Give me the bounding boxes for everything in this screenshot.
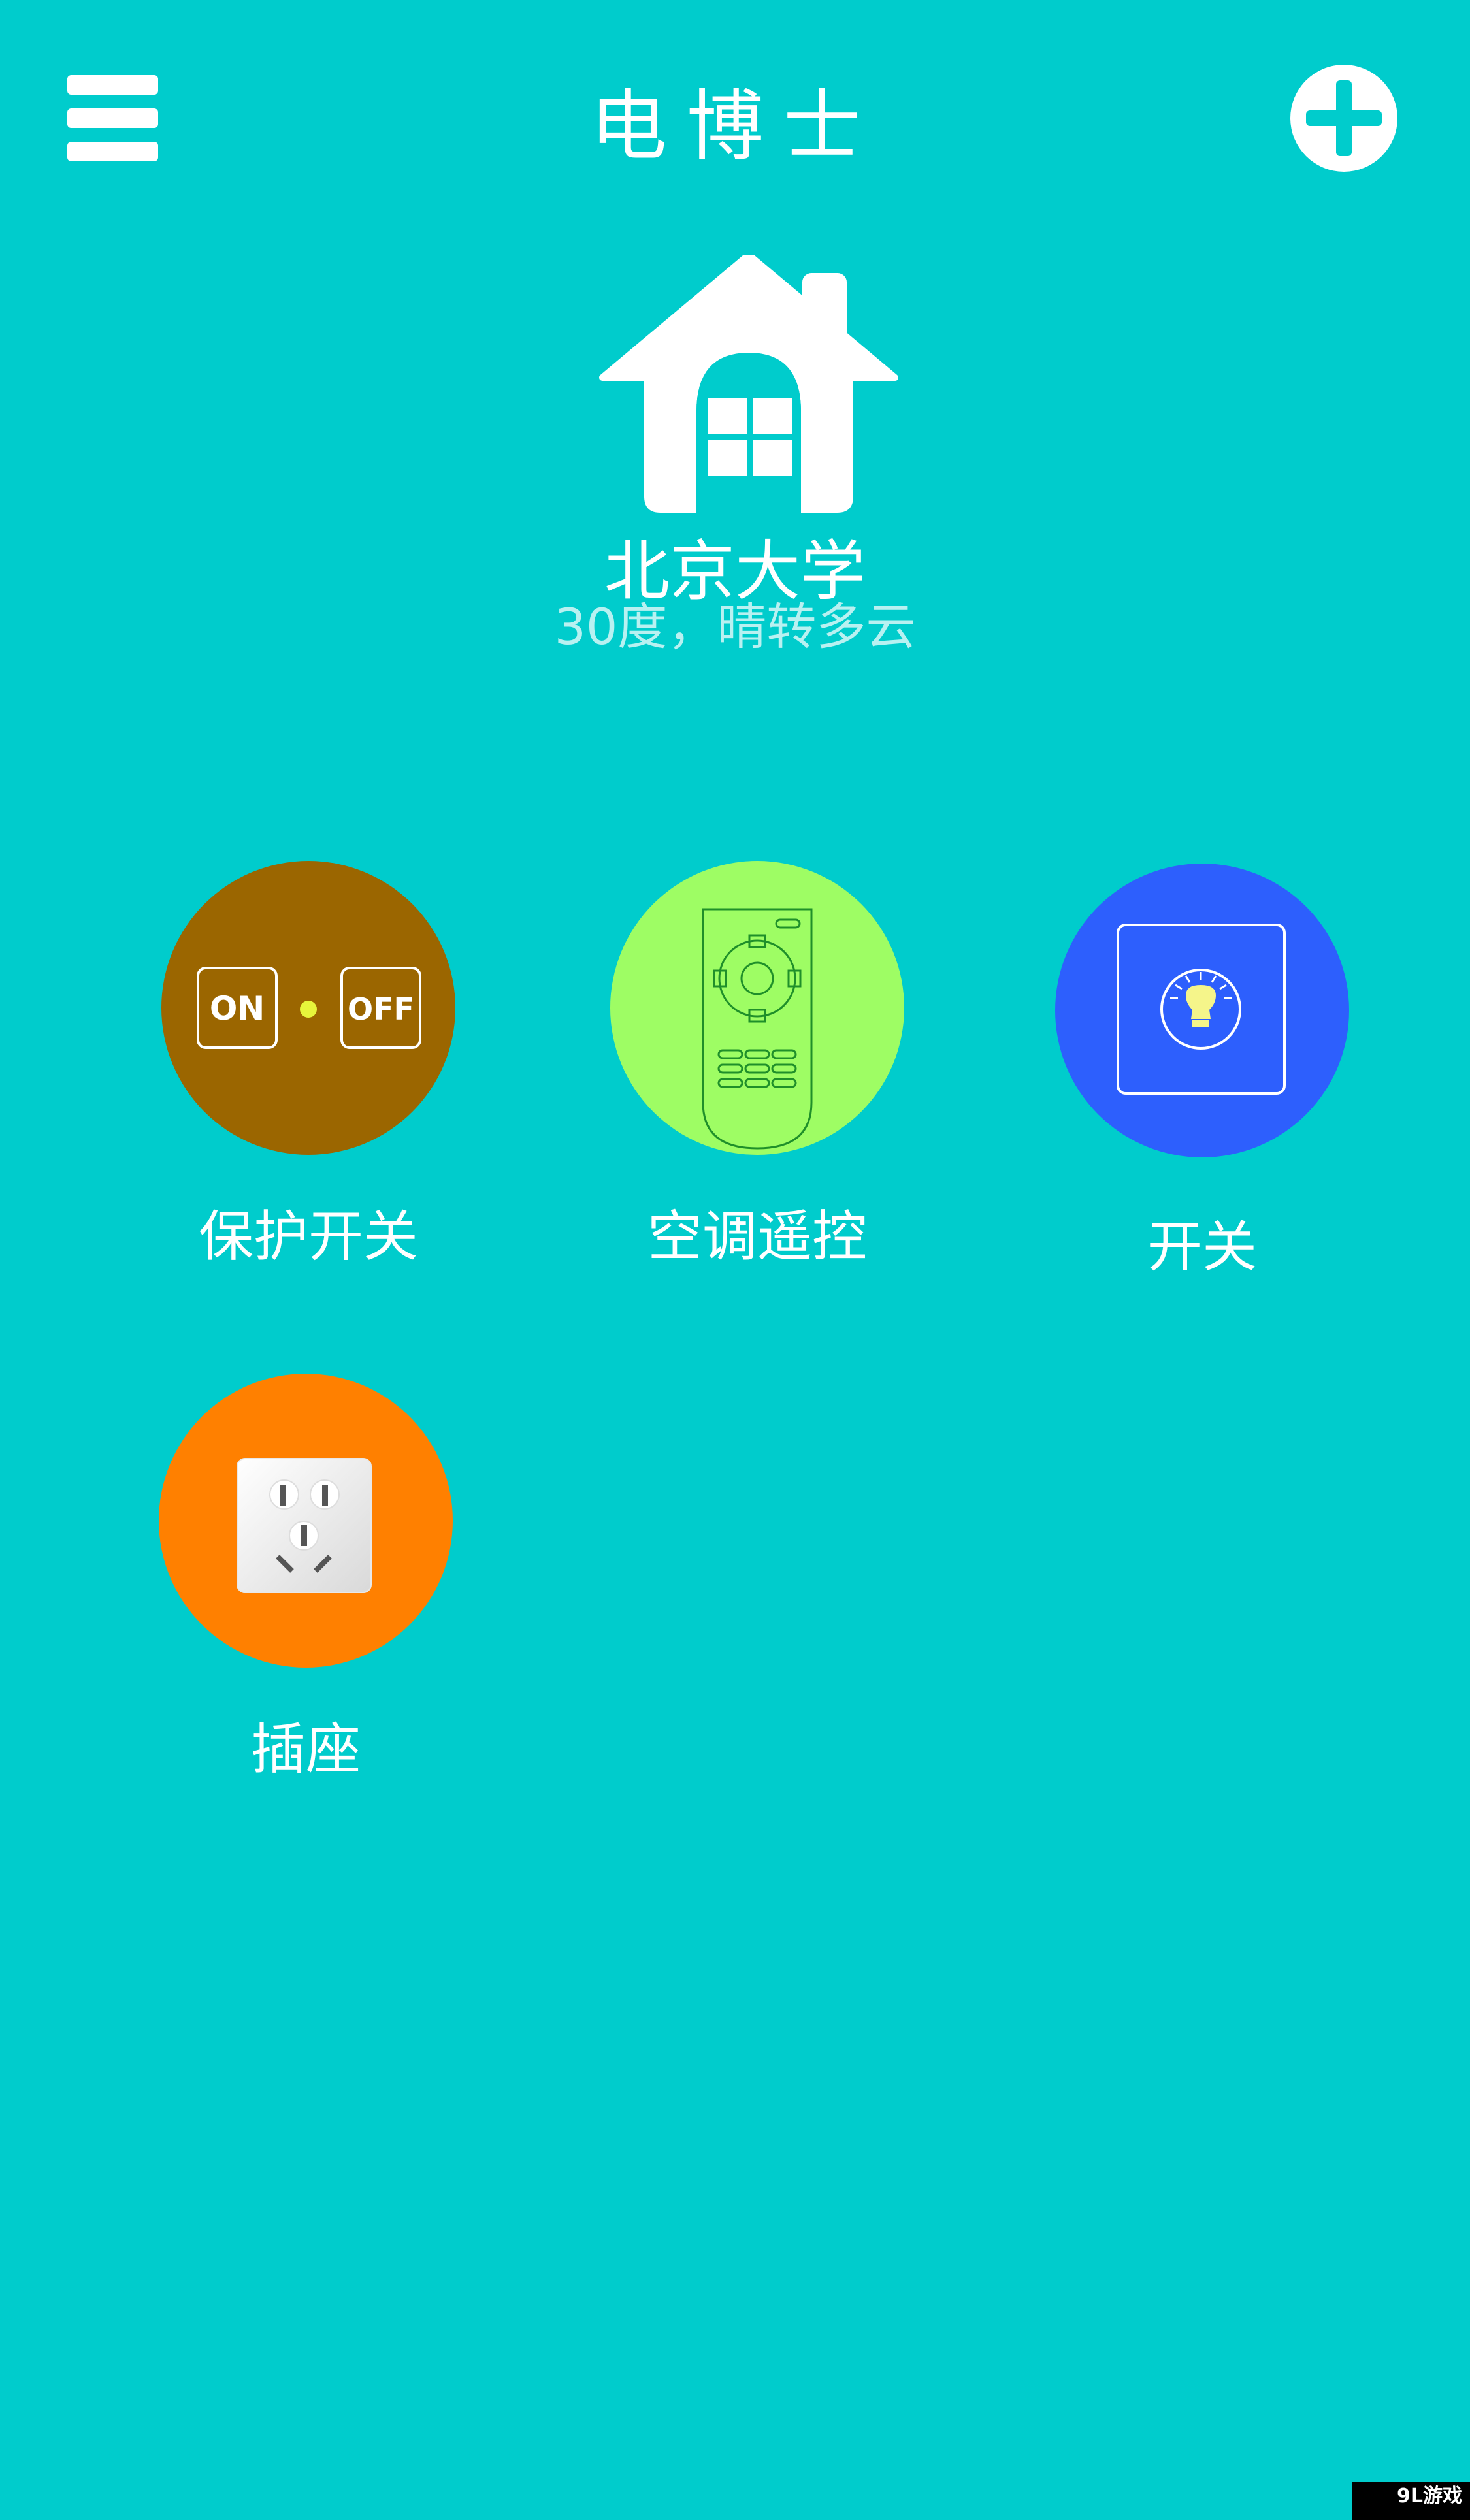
device-label: 空调遥控 <box>647 1204 867 1268</box>
hamburger-menu-icon <box>67 75 158 95</box>
add-device-button[interactable] <box>1290 65 1397 172</box>
device-icon-circle <box>1055 864 1349 1157</box>
power-socket-icon <box>237 1458 372 1593</box>
light-switch-icon <box>1117 924 1286 1095</box>
weather-info: 30度，晴转多云 <box>554 598 916 656</box>
on-off-switch-icon: ON OFF <box>197 967 421 1049</box>
home-screen: 电博士 北京大学 30度，晴转多云 ON OFF 保护开关 空调遥控 开关 插座… <box>0 0 1470 2520</box>
menu-button[interactable] <box>67 75 158 161</box>
remote-control-icon <box>702 908 813 1150</box>
device-light-switch[interactable]: 开关 <box>1055 864 1349 1295</box>
device-icon-circle <box>610 861 904 1155</box>
device-ac-remote[interactable]: 空调遥控 <box>610 861 904 1292</box>
device-icon-circle <box>159 1374 453 1668</box>
on-label: ON <box>210 990 265 1027</box>
house-icon <box>599 255 898 513</box>
hamburger-menu-icon <box>67 142 158 161</box>
hamburger-menu-icon <box>67 108 158 128</box>
plus-circle-icon <box>1290 65 1397 172</box>
app-title: 电博士 <box>589 81 880 171</box>
device-icon-circle: ON OFF <box>161 861 455 1155</box>
device-protection-switch[interactable]: ON OFF 保护开关 <box>161 861 455 1292</box>
off-label: OFF <box>348 992 414 1027</box>
device-label: 插座 <box>250 1717 361 1781</box>
device-label: 保护开关 <box>198 1204 418 1268</box>
device-power-socket[interactable]: 插座 <box>159 1374 453 1805</box>
watermark-logo: 9L游戏 <box>1352 2482 1470 2520</box>
device-label: 开关 <box>1147 1215 1257 1279</box>
